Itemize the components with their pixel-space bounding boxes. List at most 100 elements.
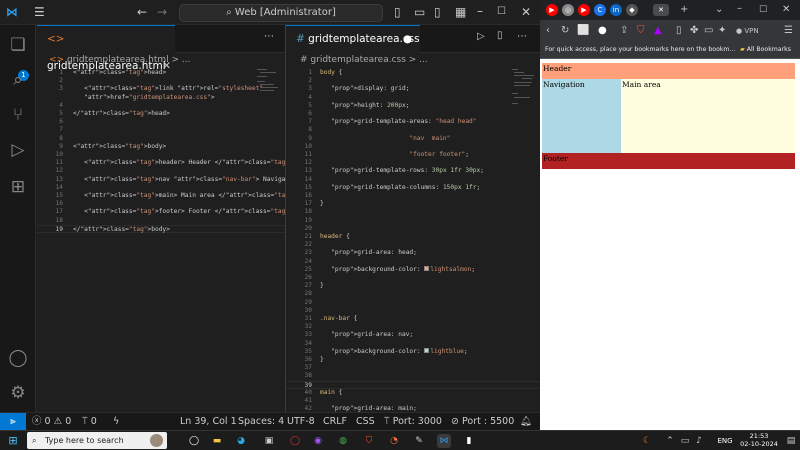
bookmark-icon[interactable]: ⬜ — [577, 24, 589, 38]
forward-arrow-icon[interactable]: → — [157, 5, 167, 19]
code-line[interactable]: 37 — [286, 364, 540, 372]
minimize-icon[interactable]: – — [737, 2, 742, 16]
code-line[interactable]: "attr">href="gridtemplatearea.css"> — [37, 94, 285, 102]
sidebar-icon[interactable]: ▯ — [676, 24, 682, 38]
linkedin-tab-icon[interactable]: in — [610, 4, 622, 16]
run-icon[interactable]: ▷ — [477, 31, 485, 42]
css-minimap[interactable] — [512, 69, 534, 109]
toggle-sidebar-icon[interactable]: ▯ — [394, 5, 401, 19]
brave-icon[interactable]: ⛉ — [362, 434, 376, 448]
task-view-icon[interactable]: ◯ — [187, 434, 201, 448]
minimize-icon[interactable]: – — [477, 4, 483, 18]
code-line[interactable]: 21 header { — [286, 233, 540, 241]
share-icon[interactable]: ⇪ — [620, 24, 628, 38]
close-icon[interactable]: ✕ — [782, 3, 790, 17]
code-line[interactable]: 12 — [286, 159, 540, 167]
language-mode[interactable]: CSS — [356, 416, 375, 428]
css-breadcrumb[interactable]: # gridtemplatearea.css > ... — [286, 53, 540, 67]
site-info-icon[interactable]: ● — [598, 24, 607, 38]
live-server-port[interactable]: ⍡ Port: 3000 — [384, 416, 442, 428]
code-line[interactable]: 5 "prop">height: 200px; — [286, 102, 540, 110]
code-line[interactable]: 8 — [286, 126, 540, 134]
clock[interactable]: 21:53 02-10-2024 — [740, 432, 778, 448]
code-line[interactable]: 15 "prop">grid-template-columns: 150px 1… — [286, 184, 540, 192]
maximize-icon[interactable]: ☐ — [497, 5, 506, 19]
settings-gear-icon[interactable]: ⚙ — [6, 381, 30, 405]
taskbar-search-box[interactable]: ⌕ Type here to search — [27, 432, 167, 449]
code-line[interactable]: 7 — [37, 126, 285, 134]
code-line[interactable]: 42 "prop">grid-area: main; — [286, 405, 540, 412]
code-line[interactable]: 18 — [37, 217, 285, 225]
customize-layout-icon[interactable]: ▦ — [455, 5, 466, 19]
code-line[interactable]: 8 — [37, 135, 285, 143]
tab-icon[interactable]: C — [594, 4, 606, 16]
html-breadcrumb[interactable]: <> gridtemplatearea.html > ... — [37, 53, 285, 67]
code-line[interactable]: 30 — [286, 307, 540, 315]
code-line[interactable]: 13 <"attr">class="tag">nav "attr">class=… — [37, 176, 285, 184]
code-line[interactable]: 34 — [286, 340, 540, 348]
code-line[interactable]: 10 — [286, 143, 540, 151]
tab-icon[interactable]: ◎ — [562, 4, 574, 16]
youtube-tab-icon[interactable]: ▶ — [578, 4, 590, 16]
search-icon[interactable]: ⌕ — [6, 68, 30, 92]
code-line[interactable]: 15 <"attr">class="tag">main> Main area <… — [37, 192, 285, 200]
encoding-status[interactable]: UTF-8 — [287, 416, 315, 428]
tab-html-file[interactable]: <> gridtemplatearea.html ✕ — [37, 25, 175, 72]
html-minimap[interactable] — [257, 69, 279, 109]
edge-icon[interactable]: ◕ — [234, 434, 248, 448]
code-line[interactable]: 1 <"attr">class="tag">head> — [37, 69, 285, 77]
code-line[interactable]: 20 — [286, 225, 540, 233]
reload-icon[interactable]: ↻ — [561, 24, 569, 38]
code-line[interactable]: 23 "prop">grid-area: head; — [286, 249, 540, 257]
file-explorer-icon[interactable]: ▬ — [210, 434, 224, 448]
app-icon[interactable]: ◉ — [311, 434, 325, 448]
code-line[interactable]: 16 — [37, 200, 285, 208]
code-line[interactable]: 28 — [286, 290, 540, 298]
leo-icon[interactable]: ✦ — [718, 24, 726, 38]
extensions-icon[interactable]: ⊞ — [6, 175, 30, 199]
code-line[interactable]: 19 — [286, 217, 540, 225]
vscode-taskbar-icon[interactable]: ⋈ — [437, 434, 451, 448]
code-line[interactable]: 14 — [37, 184, 285, 192]
notifications-bell-icon[interactable]: 🔔︎ — [520, 416, 532, 428]
code-line[interactable]: 27} — [286, 282, 540, 290]
code-line[interactable]: 16 — [286, 192, 540, 200]
code-line[interactable]: 7 "prop">grid-template-areas: "head head… — [286, 118, 540, 126]
extensions-icon[interactable]: ✤ — [690, 24, 698, 38]
code-line[interactable]: 17 <"attr">class="tag">footer> Footer </… — [37, 208, 285, 216]
maximize-icon[interactable]: ☐ — [759, 3, 767, 17]
brave-shield-icon[interactable]: ⛉ — [637, 24, 645, 38]
store-icon[interactable]: ▣ — [262, 434, 276, 448]
explorer-icon[interactable]: ❏ — [6, 33, 30, 57]
more-actions-icon[interactable]: ⋯ — [517, 31, 527, 42]
code-line[interactable]: 10 — [37, 151, 285, 159]
network-icon[interactable]: ▭ — [678, 434, 692, 448]
cursor-position[interactable]: Ln 39, Col 1 — [180, 416, 237, 428]
code-line[interactable]: 17} — [286, 200, 540, 208]
code-line[interactable]: 32 — [286, 323, 540, 331]
code-line[interactable]: 25 "prop">background-color: lightsalmon; — [286, 265, 540, 274]
code-line[interactable]: 11 "footer footer"; — [286, 151, 540, 159]
language-indicator[interactable]: ENG — [715, 434, 735, 448]
rewards-icon[interactable]: ▲ — [654, 24, 662, 38]
code-line[interactable]: 9 "nav main" — [286, 135, 540, 143]
code-line[interactable]: 12 — [37, 167, 285, 175]
chrome-icon[interactable]: ◍ — [336, 434, 350, 448]
tab-css-file[interactable]: # gridtemplatearea.css ● — [286, 25, 420, 53]
code-line[interactable]: 6 — [37, 118, 285, 126]
code-line[interactable]: 36} — [286, 356, 540, 364]
run-debug-icon[interactable]: ▷ — [6, 138, 30, 162]
unsaved-dot-icon[interactable]: ● — [403, 26, 412, 53]
source-control-icon[interactable]: ⑂ — [6, 103, 30, 127]
code-line[interactable]: 22 — [286, 241, 540, 249]
app-icon[interactable]: ▮ — [462, 434, 476, 448]
vpn-button[interactable]: ● VPN — [736, 24, 759, 38]
toggle-secondary-sidebar-icon[interactable]: ▯ — [434, 5, 441, 19]
firefox-icon[interactable]: ◔ — [387, 434, 401, 448]
code-line[interactable]: 4 — [37, 102, 285, 110]
opera-gx-icon[interactable]: ◯ — [288, 434, 302, 448]
active-tab-close-icon[interactable]: ✕ — [653, 4, 669, 16]
code-line[interactable]: 26 — [286, 274, 540, 282]
code-line[interactable]: 5 </"attr">class="tag">head> — [37, 110, 285, 118]
code-line[interactable]: 2 — [37, 77, 285, 85]
